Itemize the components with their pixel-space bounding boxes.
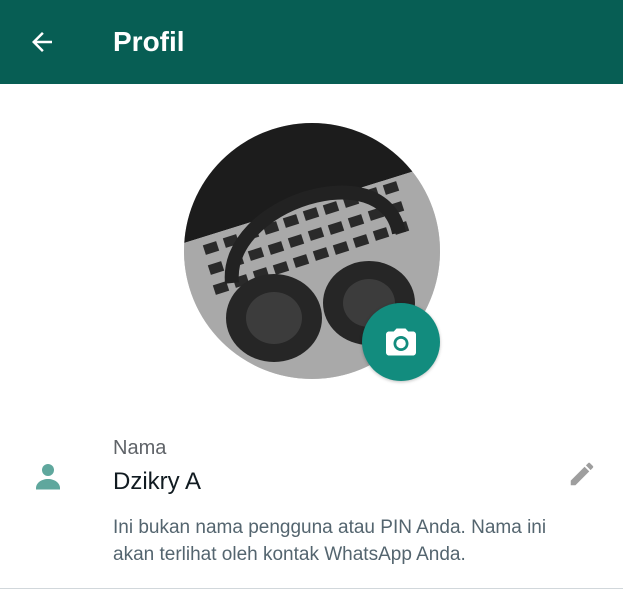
pencil-icon <box>570 462 594 486</box>
edit-name-button[interactable] <box>566 458 598 490</box>
app-bar: Profil <box>0 0 623 84</box>
divider <box>0 588 623 589</box>
arrow-left-icon <box>32 32 52 52</box>
profile-photo-container <box>184 123 440 381</box>
back-button[interactable] <box>22 22 62 62</box>
change-photo-button[interactable] <box>362 303 440 381</box>
name-label: Nama <box>113 437 167 459</box>
name-value[interactable]: Dzikry A <box>113 468 201 496</box>
page-title: Profil <box>113 26 185 57</box>
person-icon <box>30 458 66 494</box>
name-hint-text: Ini bukan nama pengguna atau PIN Anda. N… <box>113 517 547 565</box>
camera-icon <box>386 328 416 356</box>
